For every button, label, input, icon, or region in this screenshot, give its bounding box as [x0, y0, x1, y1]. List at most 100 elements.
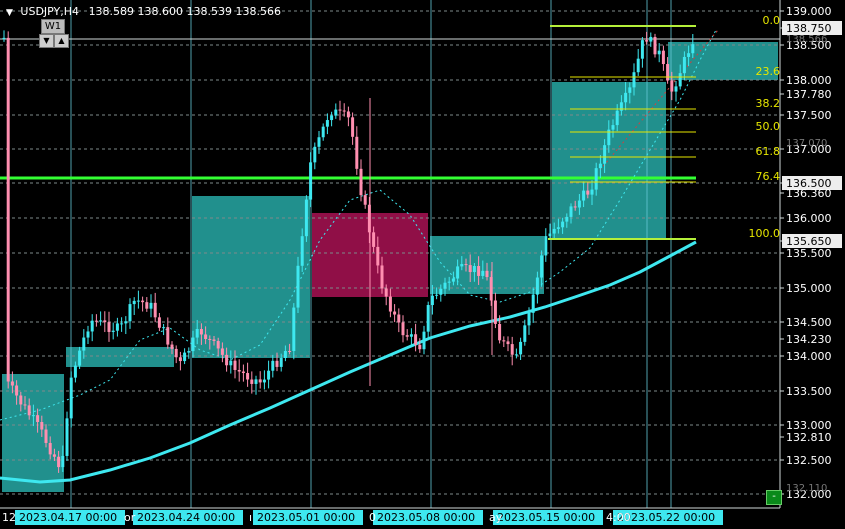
candle-body [136, 300, 140, 302]
price-chart[interactable]: 0.0 23.6 38.2 50.0 61.8 76.4 100.0 139.000 138.… [0, 0, 845, 529]
candle-body [493, 300, 497, 324]
time-label-fragment: 12 [2, 511, 16, 524]
timeframe-label[interactable]: W1 [41, 19, 65, 34]
candle-body [485, 270, 489, 278]
candle-body [300, 236, 304, 266]
candle-body [514, 354, 518, 356]
candle-body [418, 344, 422, 350]
candle-body [636, 58, 640, 73]
candle-body [241, 371, 245, 374]
candle-body [19, 395, 23, 405]
time-label: 2023.04.24 00:00 [137, 511, 235, 524]
candle-body [447, 281, 451, 283]
candle-body [111, 330, 115, 332]
chart-header: ▼ USDJPY,H4 138.589 138.600 138.539 138.… [6, 5, 281, 18]
candle-body [577, 200, 581, 208]
timeframe-down-icon[interactable]: ▼ [39, 34, 54, 48]
candle-body [103, 320, 107, 323]
candle-body [691, 44, 695, 54]
candle-body [254, 379, 258, 384]
candle-body [472, 266, 476, 273]
candle-body [86, 331, 90, 338]
candle-body [594, 168, 598, 190]
candle-body [670, 80, 674, 92]
candle-body [157, 317, 161, 328]
candle-body [523, 325, 527, 342]
fib-level-label: 61.8 [756, 145, 781, 158]
candle-body [674, 86, 678, 92]
candle-body [435, 294, 439, 296]
zone-box [66, 347, 174, 367]
price-label: 138.000 [786, 74, 832, 87]
price-label: 134.500 [786, 316, 832, 329]
ohlc-values: 138.589 138.600 138.539 138.566 [88, 5, 282, 18]
candle-body [548, 233, 552, 237]
candle-body [624, 92, 628, 103]
time-label-fragment: ı [249, 511, 252, 524]
price-label: 132.810 [786, 431, 832, 444]
time-label: 2023.05.08 00:00 [377, 511, 475, 524]
fib-level-label: 38.2 [756, 97, 781, 110]
candle-body [216, 340, 220, 349]
candle-body [267, 370, 271, 380]
time-label: 2023.05.15 00:00 [497, 511, 595, 524]
candle-body [405, 335, 409, 337]
candle-body [73, 365, 77, 378]
price-label-faded: 132.110 [786, 483, 827, 494]
price-label: 133.500 [786, 385, 832, 398]
time-label: 2023.05.01 00:00 [257, 511, 355, 524]
price-label: 135.000 [786, 282, 832, 295]
candle-body [124, 321, 128, 324]
candle-body [27, 405, 31, 416]
candle-body [187, 351, 191, 353]
candle-body [388, 296, 392, 312]
timeframe-up-icon[interactable]: ▲ [54, 34, 69, 48]
candle-body [258, 379, 262, 383]
candle-body [561, 221, 565, 228]
candle-body [409, 334, 413, 337]
fib-level-label: 100.0 [749, 227, 781, 240]
candle-body [195, 329, 199, 338]
candle-body [288, 351, 292, 353]
candle-body [481, 270, 485, 276]
candle-body [510, 344, 514, 355]
candle-body [430, 295, 434, 306]
candle-body [107, 322, 111, 332]
candle-body [540, 255, 544, 278]
chart-menu-triangle-icon[interactable]: ▼ [6, 8, 13, 18]
candle-body [44, 429, 48, 443]
candle-body [535, 277, 539, 295]
price-label: 139.000 [786, 5, 832, 18]
candle-body [590, 189, 594, 195]
zone-box [2, 374, 64, 492]
candle-body [355, 136, 359, 169]
candle-body [229, 360, 233, 366]
candle-body [451, 278, 455, 282]
candle-body [6, 37, 10, 382]
minimize-button[interactable]: - [766, 490, 782, 505]
price-label: 132.500 [786, 454, 832, 467]
candle-body [603, 145, 607, 164]
candle-body [477, 266, 481, 276]
candle-body [346, 111, 350, 118]
candle-body [141, 300, 145, 303]
candle-body [208, 339, 212, 341]
candle-body [2, 37, 6, 39]
candle-body [632, 72, 636, 88]
time-label: 2023.05.22 00:00 [617, 511, 715, 524]
candle-body [23, 404, 27, 406]
candle-body [573, 206, 577, 208]
fib-level-label: 76.4 [756, 170, 781, 183]
candle-body [317, 137, 321, 147]
candle-body [191, 337, 195, 352]
candle-body [166, 327, 170, 345]
candle-body [36, 415, 40, 423]
candle-body [10, 381, 14, 386]
candle-body [233, 360, 237, 370]
candle-body [204, 334, 208, 340]
fib-level-label: 0.0 [763, 14, 781, 27]
candle-body [128, 304, 132, 322]
fib-level-label: 23.6 [756, 65, 781, 78]
time-label-fragment: 4:00 [606, 511, 631, 524]
candle-body [313, 146, 317, 163]
